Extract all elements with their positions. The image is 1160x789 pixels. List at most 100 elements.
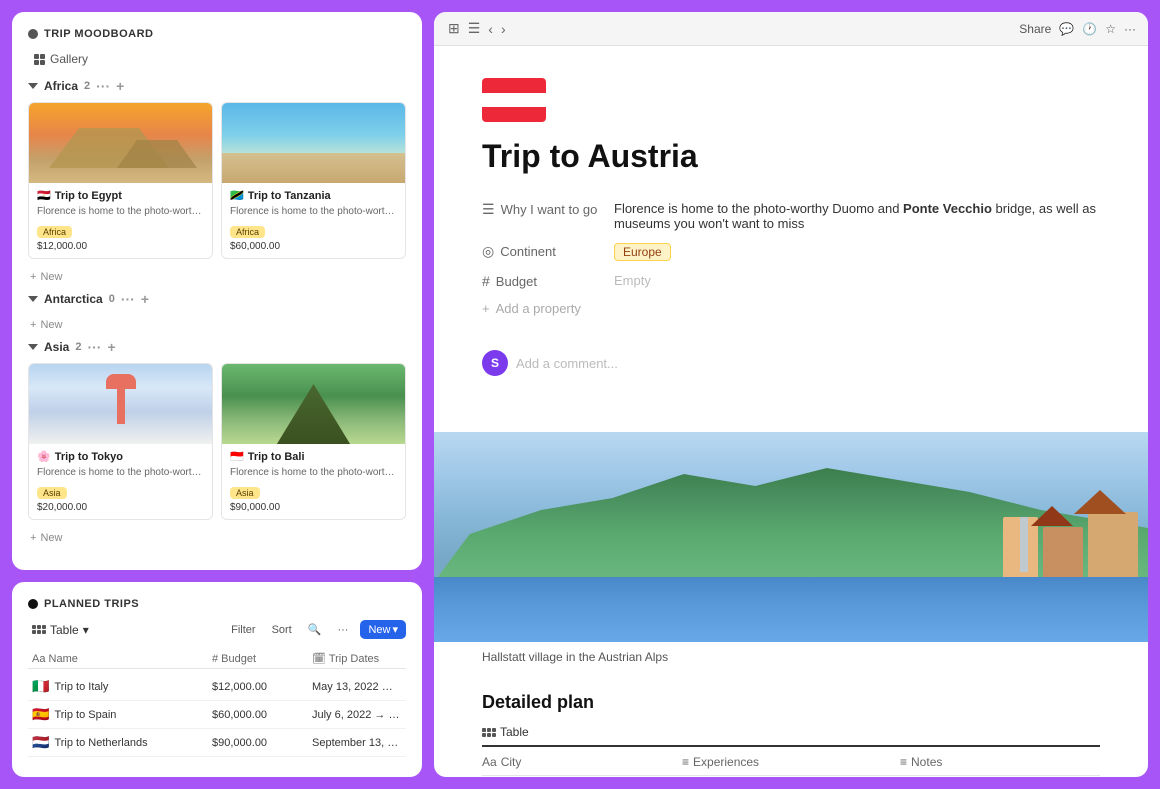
antarctica-count: 0 [109, 293, 115, 305]
flag-red-top [482, 78, 546, 93]
budget-value[interactable]: Empty [614, 273, 1100, 288]
antarctica-add-btn[interactable]: + [141, 291, 149, 307]
asia-gallery: 🌸 Trip to Tokyo Florence is home to the … [28, 363, 406, 520]
why-value: Florence is home to the photo-worthy Duo… [614, 201, 1100, 231]
hero-image [434, 432, 1148, 642]
notion-page: ⊞ ☰ ‹ › Share 💬 🕐 ☆ ··· Trip to Austria [434, 12, 1148, 777]
africa-gallery: 🇪🇬 Trip to Egypt Florence is home to the… [28, 102, 406, 259]
egypt-price: $12,000.00 [37, 241, 204, 252]
egypt-image [29, 103, 212, 183]
prop-budget: # Budget Empty [482, 267, 1100, 295]
list-exp-icon: ≡ [682, 755, 689, 769]
inline-table-cols: Aa City ≡ Experiences ≡ Notes [482, 755, 1100, 776]
planned-panel: PLANNED TRIPS Table ▾ Filter Sort 🔍 ··· … [12, 582, 422, 777]
hallstatt-scene [434, 432, 1148, 642]
antarctica-options-btn[interactable]: ··· [121, 291, 135, 307]
group-options-btn[interactable]: ··· [96, 78, 110, 94]
nav-forward-btn[interactable]: › [499, 18, 508, 39]
col-dates: 🗓 Trip Dates [312, 652, 402, 665]
spain-flag: 🇪🇸 [32, 706, 49, 723]
prop-why: ☰ Why I want to go Florence is home to t… [482, 195, 1100, 237]
tanzania-desc: Florence is home to the photo-worthy Duo… [230, 205, 397, 218]
new-btn[interactable]: New ▾ [360, 620, 406, 639]
continent-tag[interactable]: Europe [614, 243, 671, 261]
group-africa: Africa 2 ··· + [28, 78, 406, 94]
collapse-icon-ant[interactable] [28, 296, 38, 302]
location-icon: ◎ [482, 243, 494, 260]
group-asia: Asia 2 ··· + [28, 339, 406, 355]
italy-dates: May 13, 2022 → May 31, 2022 [312, 681, 402, 693]
filter-btn[interactable]: Filter [227, 622, 259, 638]
hero-caption-bar: Hallstatt village in the Austrian Alps [434, 642, 1148, 672]
egypt-tag: Africa [37, 226, 72, 238]
flag-red-bottom [482, 107, 546, 122]
africa-new-plus: + [30, 271, 36, 283]
tokyo-desc: Florence is home to the photo-worthy Duo… [37, 466, 204, 479]
africa-new-label: New [40, 271, 62, 283]
card-tokyo[interactable]: 🌸 Trip to Tokyo Florence is home to the … [28, 363, 213, 520]
antarctica-new-plus: + [30, 319, 36, 331]
share-btn[interactable]: Share [1019, 22, 1051, 36]
search-btn[interactable]: 🔍 [304, 621, 326, 638]
asia-options-btn[interactable]: ··· [87, 339, 101, 355]
asia-new-plus: + [30, 532, 36, 544]
table-row[interactable]: 🇮🇹 Trip to Italy $12,000.00 May 13, 2022… [28, 673, 406, 701]
egypt-info: 🇪🇬 Trip to Egypt Florence is home to the… [29, 183, 212, 258]
avatar: S [482, 350, 508, 376]
comment-input[interactable]: Add a comment... [516, 356, 618, 371]
inline-table-btn[interactable]: Table [482, 725, 529, 739]
tokyo-info: 🌸 Trip to Tokyo Florence is home to the … [29, 444, 212, 519]
spain-name: Trip to Spain [54, 709, 116, 721]
col-name: Aa Name [32, 652, 212, 665]
collapse-icon[interactable] [28, 83, 38, 89]
clock-btn[interactable]: 🕐 [1082, 22, 1097, 36]
more-btn[interactable]: ··· [1124, 22, 1136, 36]
star-btn[interactable]: ☆ [1105, 22, 1116, 36]
table-row[interactable]: 🇪🇸 Trip to Spain $60,000.00 July 6, 2022… [28, 701, 406, 729]
moodboard-title: TRIP MOODBOARD [28, 28, 406, 40]
add-property-btn[interactable]: + Add a property [482, 295, 1100, 322]
spain-budget: $60,000.00 [212, 709, 312, 721]
tanzania-info: 🇹🇿 Trip to Tanzania Florence is home to … [222, 183, 405, 258]
tokyo-tag: Asia [37, 487, 67, 499]
nav-back-btn[interactable]: ‹ [486, 18, 495, 39]
group-antarctica: Antarctica 0 ··· + [28, 291, 406, 307]
tanzania-image [222, 103, 405, 183]
gallery-icon [34, 54, 45, 65]
nav-sidebar-btn[interactable]: ☰ [466, 18, 483, 39]
table-icon [32, 625, 46, 634]
card-tanzania[interactable]: 🇹🇿 Trip to Tanzania Florence is home to … [221, 102, 406, 259]
buildings-layer [755, 462, 1148, 582]
tanzania-title: Trip to Tanzania [248, 190, 331, 202]
italy-budget: $12,000.00 [212, 681, 312, 693]
gallery-view-toggle[interactable]: Gallery [28, 50, 94, 68]
col-notes: ≡ Notes [900, 755, 1100, 769]
africa-new-btn[interactable]: + New [28, 267, 406, 287]
page-content: Trip to Austria ☰ Why I want to go Flore… [434, 46, 1148, 777]
continent-value[interactable]: Europe [614, 243, 1100, 261]
table-view-btn[interactable]: Table ▾ [28, 621, 93, 639]
nl-budget: $90,000.00 [212, 737, 312, 749]
asia-count: 2 [75, 341, 81, 353]
col-city: Aa City [482, 755, 682, 769]
group-add-btn[interactable]: + [116, 78, 124, 94]
sort-btn[interactable]: Sort [268, 622, 296, 638]
italy-name: Trip to Italy [54, 681, 108, 693]
comment-btn[interactable]: 💬 [1059, 22, 1074, 36]
table-row[interactable]: 🇳🇱 Trip to Netherlands $90,000.00 Septem… [28, 729, 406, 757]
card-egypt[interactable]: 🇪🇬 Trip to Egypt Florence is home to the… [28, 102, 213, 259]
window-chrome: ⊞ ☰ ‹ › Share 💬 🕐 ☆ ··· [434, 12, 1148, 46]
nav-grid-btn[interactable]: ⊞ [446, 18, 462, 39]
antarctica-new-label: New [40, 319, 62, 331]
asia-new-btn[interactable]: + New [28, 528, 406, 548]
card-bali[interactable]: 🇮🇩 Trip to Bali Florence is home to the … [221, 363, 406, 520]
tokyo-image [29, 364, 212, 444]
moodboard-panel: TRIP MOODBOARD Gallery Africa 2 ··· + 🇪🇬 [12, 12, 422, 570]
asia-add-btn[interactable]: + [107, 339, 115, 355]
antarctica-new-btn[interactable]: + New [28, 315, 406, 335]
collapse-icon-asia[interactable] [28, 344, 38, 350]
col-experiences: ≡ Experiences [682, 755, 900, 769]
austria-flag [482, 78, 546, 122]
bali-flag: 🇮🇩 [230, 450, 244, 463]
more-btn[interactable]: ··· [333, 622, 352, 638]
